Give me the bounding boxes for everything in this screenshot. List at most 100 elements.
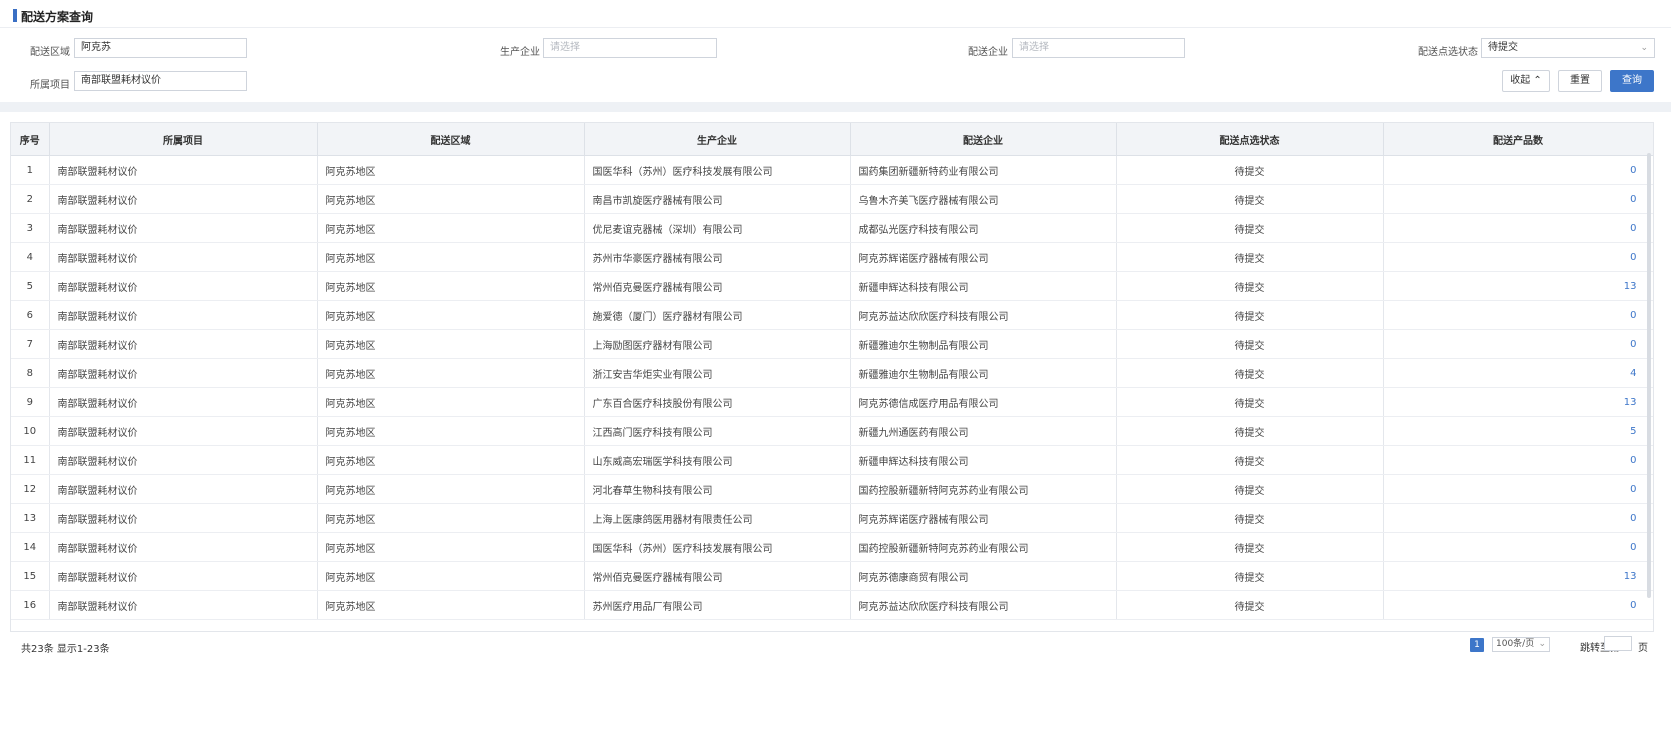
table-row[interactable]: 2 南部联盟耗材议价 阿克苏地区 南昌市凯旋医疗器械有限公司 乌鲁木齐美飞医疗器械有限公… [11,184,1653,214]
section-divider [0,102,1671,112]
query-button[interactable]: 查询 [1610,70,1654,92]
cell-project: 南部联盟耗材议价 [49,590,318,620]
project-input[interactable]: 南部联盟耗材议价 [74,71,247,91]
cell-manufacturer: 山东威高宏瑞医学科技有限公司 [584,445,851,475]
table-row[interactable]: 9 南部联盟耗材议价 阿克苏地区 广东百合医疗科技股份有限公司 阿克苏德信成医疗用品有限… [11,387,1653,417]
cell-project: 南部联盟耗材议价 [49,329,318,359]
table-row[interactable]: 16 南部联盟耗材议价 阿克苏地区 苏州医疗用品厂有限公司 阿克苏益达欣欣医疗科技有限公… [11,590,1653,620]
cell-product-count[interactable]: 13 [1383,561,1653,591]
collapse-button[interactable]: 收起 ⌃ [1502,70,1550,92]
cell-manufacturer: 南昌市凯旋医疗器械有限公司 [584,184,851,214]
cell-status: 待提交 [1116,416,1384,446]
cell-region: 阿克苏地区 [317,300,585,330]
cell-index: 10 [11,416,50,446]
table-row[interactable]: 1 南部联盟耗材议价 阿克苏地区 国医华科（苏州）医疗科技发展有限公司 国药集团新疆新特… [11,155,1653,185]
manufacturer-select[interactable]: 请选择 [543,38,717,58]
cell-region: 阿克苏地区 [317,474,585,504]
cell-distributor: 阿克苏辉诺医疗器械有限公司 [850,242,1117,272]
cell-distributor: 新疆九州通医药有限公司 [850,416,1117,446]
table-row[interactable]: 11 南部联盟耗材议价 阿克苏地区 山东威高宏瑞医学科技有限公司 新疆申辉达科技有限公司… [11,445,1653,475]
table-row[interactable]: 7 南部联盟耗材议价 阿克苏地区 上海励图医疗器材有限公司 新疆雅迪尔生物制品有限公司待… [11,329,1653,359]
table-row[interactable]: 10 南部联盟耗材议价 阿克苏地区 江西高门医疗科技有限公司 新疆九州通医药有限公司 待提… [11,416,1653,446]
table-row[interactable]: 4 南部联盟耗材议价 阿克苏地区 苏州市华豪医疗器械有限公司 阿克苏辉诺医疗器械有限公司… [11,242,1653,272]
cell-product-count[interactable]: 0 [1383,445,1653,475]
status-select-value: 待提交 [1488,42,1518,53]
chevron-down-icon: ⌄ [1538,639,1546,649]
region-input[interactable]: 阿克苏 [74,38,247,58]
cell-manufacturer: 国医华科（苏州）医疗科技发展有限公司 [584,532,851,562]
table-row[interactable]: 8 南部联盟耗材议价 阿克苏地区 浙江安吉华炬实业有限公司 新疆雅迪尔生物制品有限公司待… [11,358,1653,388]
cell-product-count[interactable]: 5 [1383,416,1653,446]
cell-region: 阿克苏地区 [317,329,585,359]
table-row[interactable]: 6 南部联盟耗材议价 阿克苏地区 施爱德（厦门）医疗器材有限公司 阿克苏益达欣欣医疗科技… [11,300,1653,330]
page-size-select[interactable]: 100条/页 ⌄ [1492,637,1550,652]
col-header-product-count[interactable]: 配送产品数 [1383,123,1653,156]
cell-product-count[interactable]: 4 [1383,358,1653,388]
col-header-index[interactable]: 序号 [11,123,50,156]
cell-product-count[interactable]: 0 [1383,590,1653,620]
cell-product-count[interactable]: 0 [1383,155,1653,185]
distributor-select[interactable]: 请选择 [1012,38,1185,58]
cell-product-count[interactable]: 0 [1383,184,1653,214]
table-scrollbar[interactable] [1647,153,1651,598]
cell-status: 待提交 [1116,300,1384,330]
cell-product-count[interactable]: 0 [1383,474,1653,504]
cell-distributor: 新疆申辉达科技有限公司 [850,445,1117,475]
cell-product-count[interactable]: 0 [1383,329,1653,359]
cell-manufacturer: 施爱德（厦门）医疗器材有限公司 [584,300,851,330]
title-accent-bar [13,9,17,22]
cell-product-count[interactable]: 0 [1383,532,1653,562]
cell-distributor: 阿克苏辉诺医疗器械有限公司 [850,503,1117,533]
cell-project: 南部联盟耗材议价 [49,184,318,214]
cell-distributor: 阿克苏德信成医疗用品有限公司 [850,387,1117,417]
col-header-manufacturer[interactable]: 生产企业 [584,123,851,156]
reset-button[interactable]: 重置 [1558,70,1602,92]
cell-project: 南部联盟耗材议价 [49,387,318,417]
cell-index: 11 [11,445,50,475]
table-row[interactable]: 5 南部联盟耗材议价 阿克苏地区 常州佰克曼医疗器械有限公司 新疆申辉达科技有限公司 待提… [11,271,1653,301]
status-select[interactable]: 待提交 ⌄ [1481,38,1655,58]
table-row[interactable]: 15 南部联盟耗材议价 阿克苏地区 常州佰克曼医疗器械有限公司 阿克苏德康商贸有限公司待… [11,561,1653,591]
cell-region: 阿克苏地区 [317,184,585,214]
cell-status: 待提交 [1116,445,1384,475]
col-header-distributor[interactable]: 配送企业 [850,123,1117,156]
page-title: 配送方案查询 [21,10,94,24]
cell-distributor: 国药集团新疆新特药业有限公司 [850,155,1117,185]
cell-product-count[interactable]: 13 [1383,387,1653,417]
cell-distributor: 阿克苏益达欣欣医疗科技有限公司 [850,300,1117,330]
cell-region: 阿克苏地区 [317,358,585,388]
jump-page-input[interactable] [1604,636,1632,651]
distributor-label: 配送企业 [968,47,1008,58]
cell-index: 9 [11,387,50,417]
filter-panel: 配送区域 阿克苏 生产企业 请选择 配送企业 请选择 配送点选状态 待提交 ⌄ … [0,28,1671,102]
cell-distributor: 乌鲁木齐美飞医疗器械有限公司 [850,184,1117,214]
cell-distributor: 国药控股新疆新特阿克苏药业有限公司 [850,532,1117,562]
cell-product-count[interactable]: 13 [1383,271,1653,301]
cell-product-count[interactable]: 0 [1383,300,1653,330]
cell-manufacturer: 河北春草生物科技有限公司 [584,474,851,504]
cell-distributor: 新疆雅迪尔生物制品有限公司 [850,329,1117,359]
cell-index: 12 [11,474,50,504]
col-header-project[interactable]: 所属项目 [49,123,318,156]
cell-distributor: 新疆申辉达科技有限公司 [850,271,1117,301]
cell-product-count[interactable]: 0 [1383,503,1653,533]
cell-manufacturer: 浙江安吉华炬实业有限公司 [584,358,851,388]
page-size-value: 100条/页 [1496,639,1535,649]
table-row[interactable]: 14 南部联盟耗材议价 阿克苏地区 国医华科（苏州）医疗科技发展有限公司 国药控股新疆新… [11,532,1653,562]
col-header-region[interactable]: 配送区域 [317,123,585,156]
table-row[interactable]: 13 南部联盟耗材议价 阿克苏地区 上海上医康鸽医用器材有限责任公司 阿克苏辉诺医疗器械… [11,503,1653,533]
cell-project: 南部联盟耗材议价 [49,532,318,562]
cell-product-count[interactable]: 0 [1383,242,1653,272]
cell-status: 待提交 [1116,358,1384,388]
table-row[interactable]: 12 南部联盟耗材议价 阿克苏地区 河北春草生物科技有限公司 国药控股新疆新特阿克苏药业… [11,474,1653,504]
cell-region: 阿克苏地区 [317,213,585,243]
table-row[interactable]: 3 南部联盟耗材议价 阿克苏地区 优尼麦谊克器械（深圳）有限公司 成都弘光医疗科技有限公… [11,213,1653,243]
region-label: 配送区域 [30,47,70,58]
cell-region: 阿克苏地区 [317,445,585,475]
cell-distributor: 阿克苏德康商贸有限公司 [850,561,1117,591]
cell-product-count[interactable]: 0 [1383,213,1653,243]
col-header-status[interactable]: 配送点选状态 [1116,123,1384,156]
page-number-button[interactable]: 1 [1470,638,1484,652]
cell-manufacturer: 常州佰克曼医疗器械有限公司 [584,271,851,301]
cell-index: 14 [11,532,50,562]
